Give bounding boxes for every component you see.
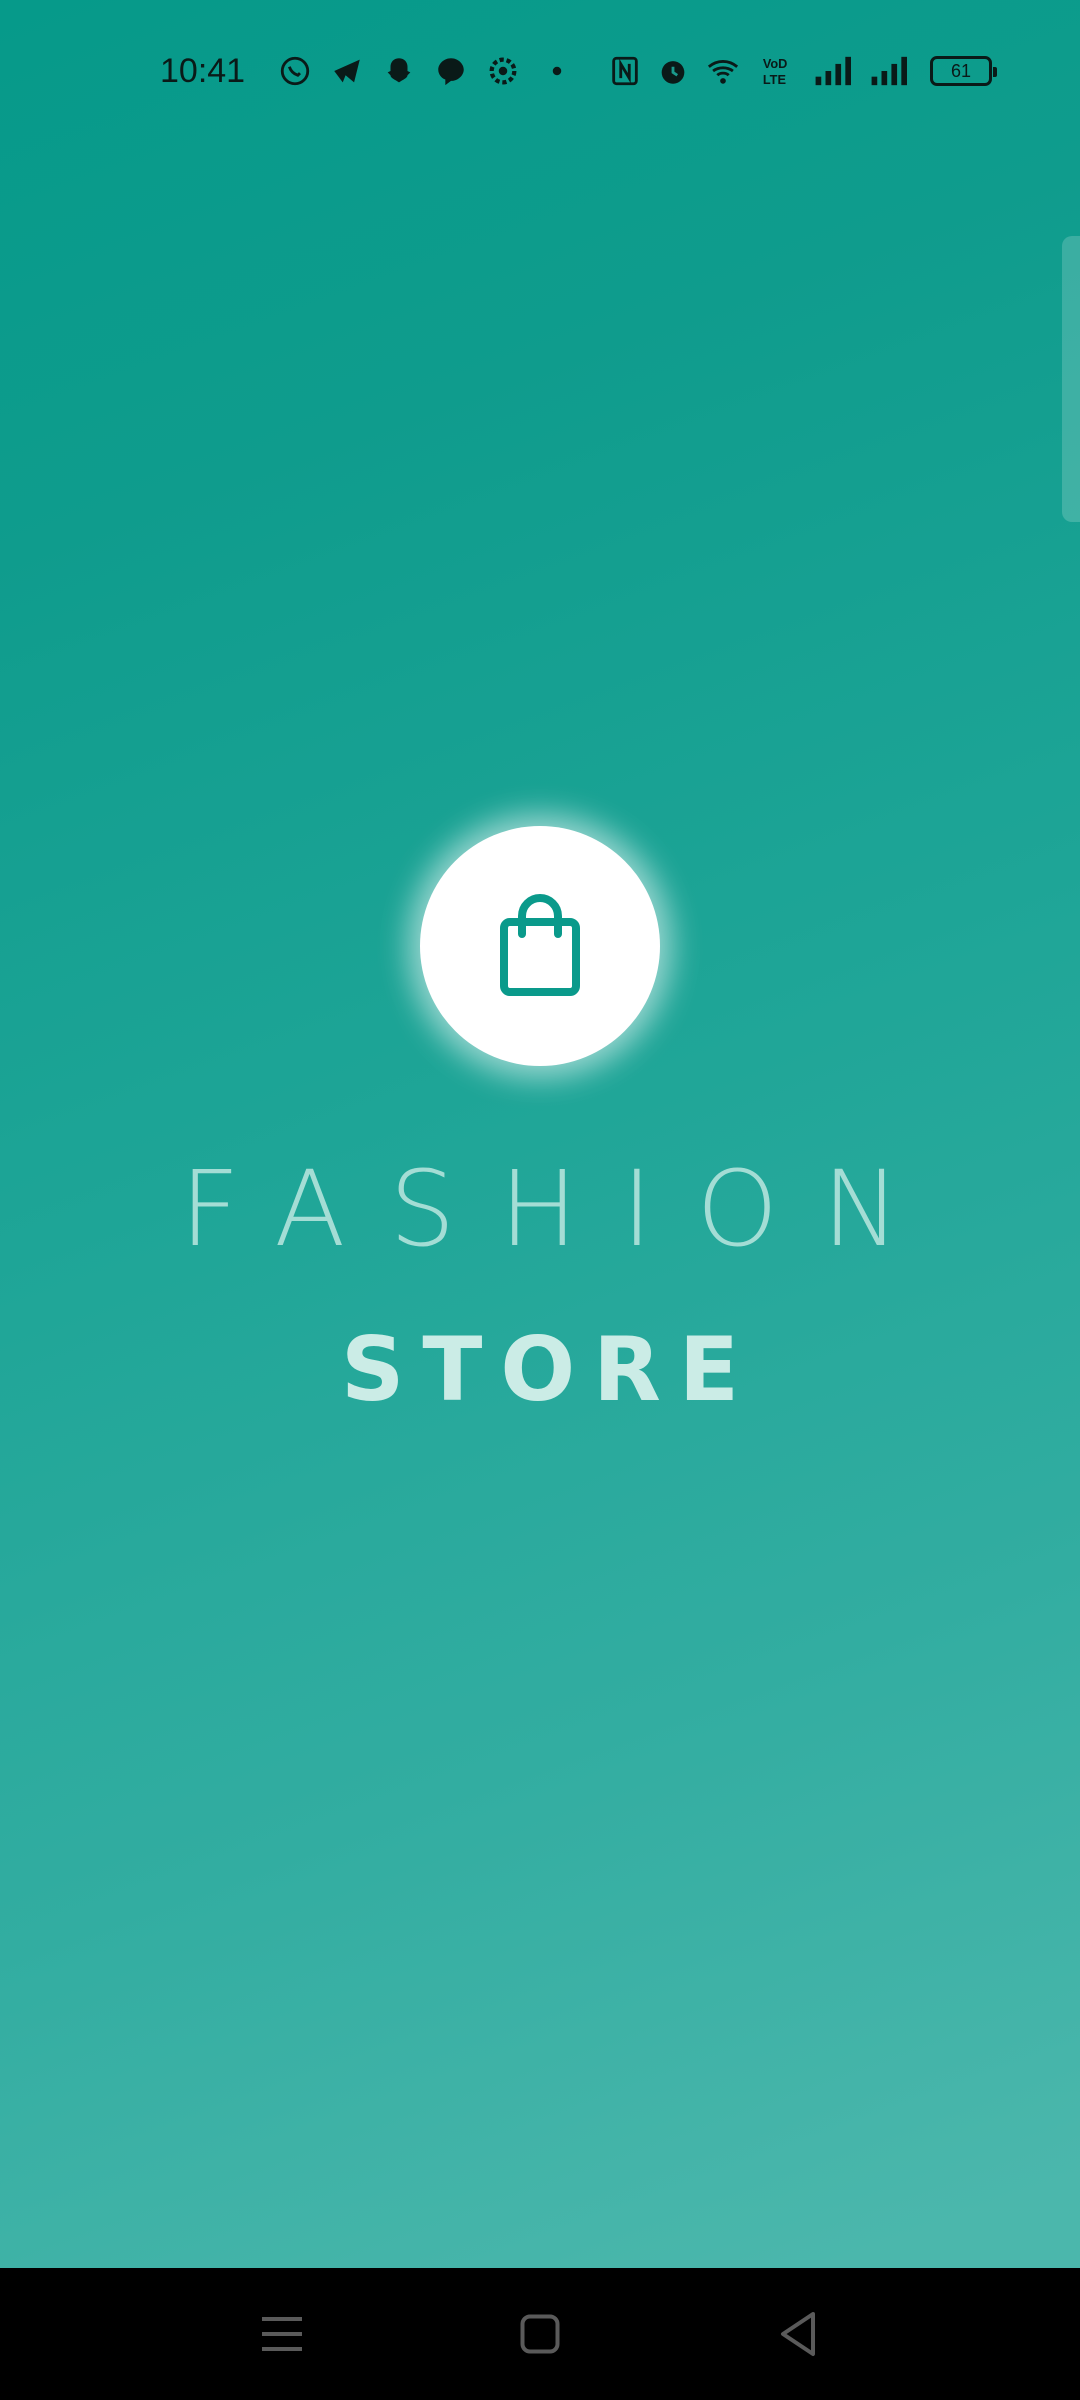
volte-icon: VoD LTE: [760, 54, 794, 88]
nfc-icon: [608, 54, 642, 88]
whatsapp-icon: [278, 54, 312, 88]
settings-icon: [486, 54, 520, 88]
signal-icon: [868, 54, 912, 88]
brand-title: FASHION: [180, 1148, 944, 1270]
snapchat-icon: [382, 54, 416, 88]
brand-subtitle: STORE: [340, 1318, 758, 1421]
messenger-icon: [434, 54, 468, 88]
splash-screen: 10:41 VoD LTE 61 FASHION STORE: [0, 0, 1080, 2400]
home-icon[interactable]: [510, 2304, 570, 2364]
app-logo: [420, 826, 660, 1066]
back-icon[interactable]: [768, 2304, 828, 2364]
signal-icon: [812, 54, 856, 88]
battery-indicator: 61: [930, 56, 997, 86]
menu-icon[interactable]: [252, 2304, 312, 2364]
edge-panel-handle[interactable]: [1062, 236, 1080, 522]
status-time: 10:41: [160, 52, 246, 90]
status-bar: 10:41 VoD LTE 61: [0, 0, 1080, 140]
navigation-bar: [0, 2268, 1080, 2400]
dot-icon: [540, 54, 574, 88]
wifi-icon: [706, 54, 740, 88]
svg-text:LTE: LTE: [763, 72, 786, 87]
telegram-icon: [330, 54, 364, 88]
svg-text:VoD: VoD: [763, 56, 788, 71]
alarm-icon: [656, 54, 690, 88]
shopping-bag-icon: [500, 894, 580, 996]
